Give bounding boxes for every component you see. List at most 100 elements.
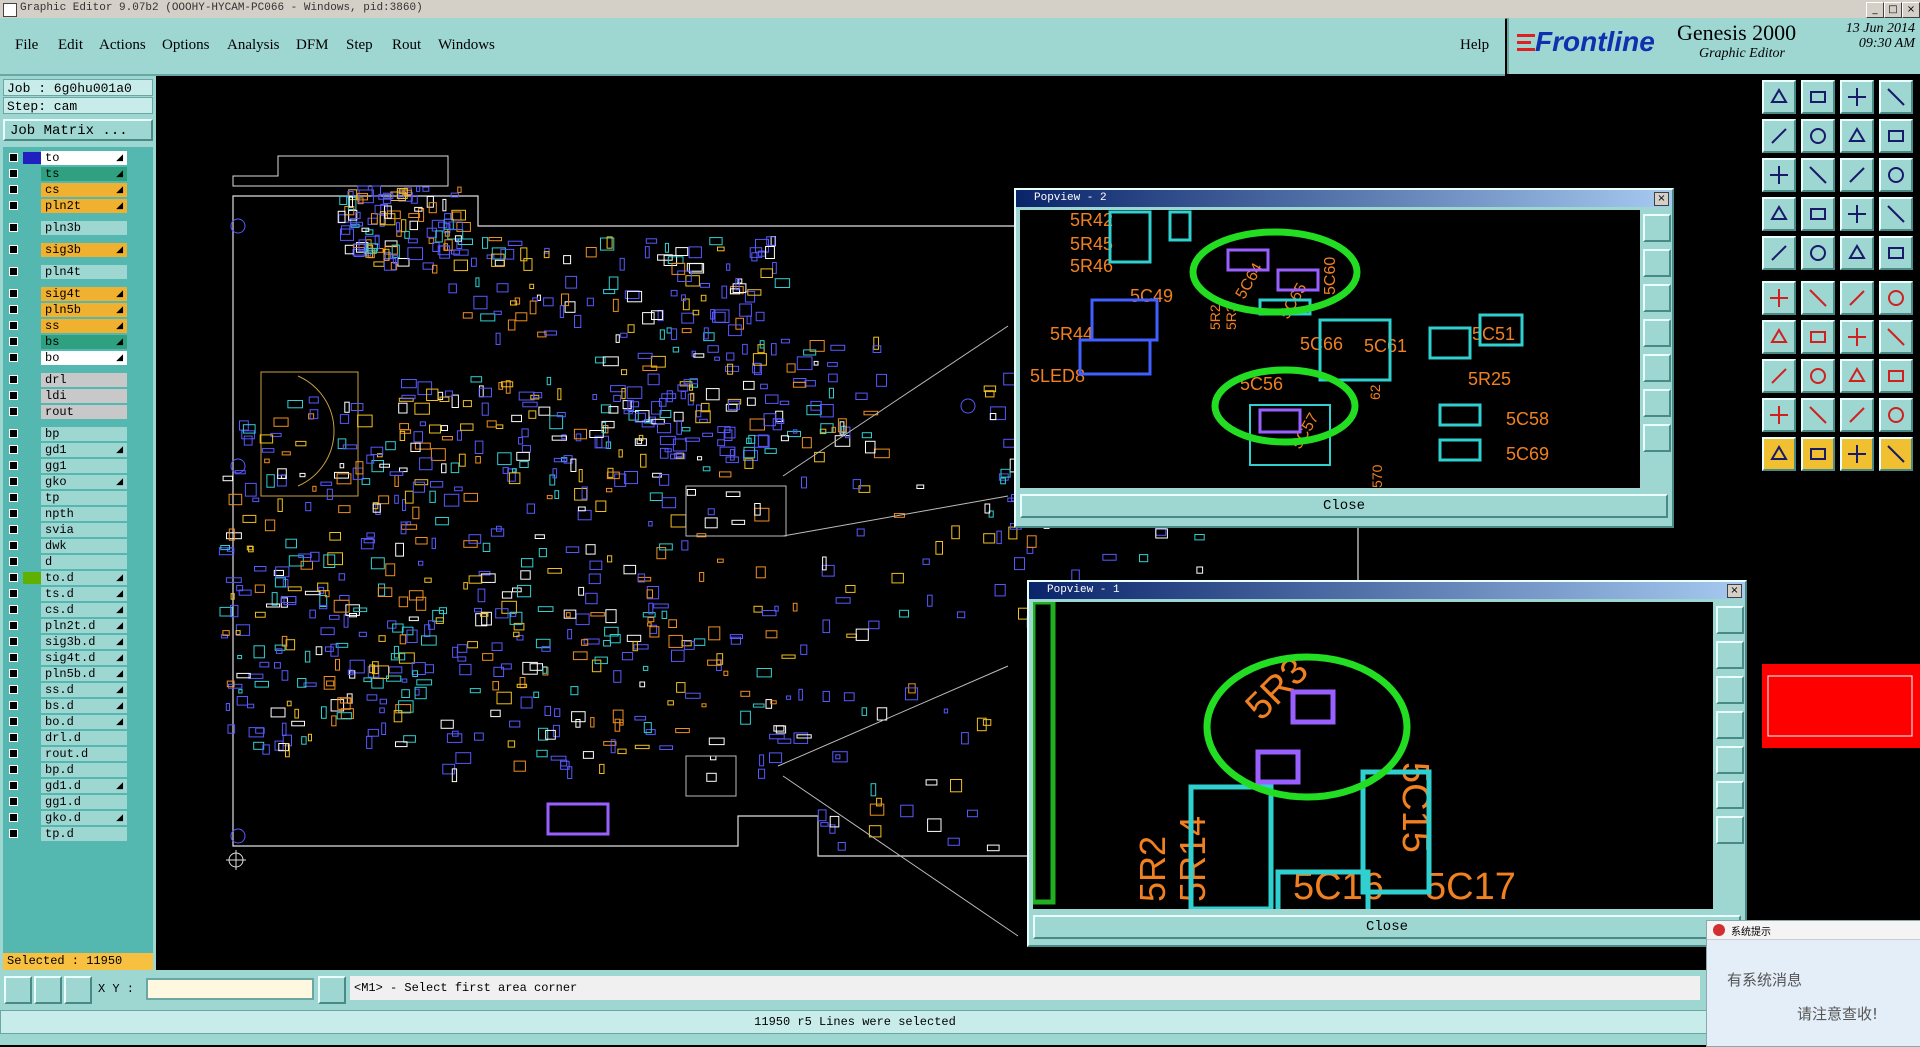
layer-name[interactable]: to.d ◢ [41,571,127,585]
popview-tool-icon[interactable] [1716,606,1744,634]
layer-name[interactable]: rout [41,405,127,419]
snap1-tool-icon[interactable] [1840,197,1874,231]
popview-tool-icon[interactable] [1643,214,1671,242]
layer-checkbox[interactable] [9,153,18,162]
layer-color-swatch[interactable] [23,588,41,600]
layer-color-swatch[interactable] [23,828,41,840]
menu-file[interactable]: File [15,37,38,54]
job-matrix-button[interactable]: Job Matrix ... [3,119,153,141]
popview-tool-icon[interactable] [1716,781,1744,809]
layer-name[interactable]: bs ◢ [41,335,127,349]
layer-color-swatch[interactable] [23,390,41,402]
layer-checkbox[interactable] [9,653,18,662]
layer-row[interactable]: bo ◢ [3,351,153,365]
layer-row[interactable]: cs.d ◢ [3,603,153,617]
layer-color-swatch[interactable] [23,508,41,520]
popview-tool-icon[interactable] [1643,249,1671,277]
layer-name[interactable]: ss ◢ [41,319,127,333]
layer-checkbox[interactable] [9,557,18,566]
layer-row[interactable]: pln3b [3,221,153,235]
layer-color-swatch[interactable] [23,684,41,696]
layer-row[interactable]: sig4t.d ◢ [3,651,153,665]
layer-color-swatch[interactable] [23,476,41,488]
layer-row[interactable]: gg1 [3,459,153,473]
xy-coordinate-input[interactable] [146,978,314,1000]
menu-windows[interactable]: Windows [438,37,495,54]
line2-tool-icon[interactable] [1801,320,1835,354]
scale-tool-icon[interactable] [1840,158,1874,192]
layer-checkbox[interactable] [9,541,18,550]
grid-icon[interactable] [64,976,92,1004]
popview-tool-icon[interactable] [1716,641,1744,669]
layer-row[interactable]: gd1 ◢ [3,443,153,457]
layer-checkbox[interactable] [9,289,18,298]
layer-checkbox[interactable] [9,353,18,362]
center-tool-icon[interactable] [1801,158,1835,192]
slash-tool-icon[interactable] [1801,236,1835,270]
layer-name[interactable]: tp [41,491,127,505]
popview-tool-icon[interactable] [1643,319,1671,347]
layer-checkbox[interactable] [9,781,18,790]
layer-name[interactable]: gko.d ◢ [41,811,127,825]
layer-row[interactable]: pln2t ◢ [3,199,153,213]
layer-checkbox[interactable] [9,477,18,486]
layer-checkbox[interactable] [9,669,18,678]
layer-checkbox[interactable] [9,701,18,710]
layer-row[interactable]: bo.d ◢ [3,715,153,729]
layer-checkbox[interactable] [9,305,18,314]
layer-name[interactable]: svia [41,523,127,537]
layer-name[interactable]: bo ◢ [41,351,127,365]
layer-name[interactable]: pln4t [41,265,127,279]
layer-color-swatch[interactable] [23,668,41,680]
down-tool-icon[interactable] [1801,80,1835,114]
popview-1-close-icon[interactable]: × [1727,584,1742,598]
layer-checkbox[interactable] [9,813,18,822]
layer-name[interactable]: pln2t ◢ [41,199,127,213]
layer-color-swatch[interactable] [23,444,41,456]
layer-name[interactable]: sig4t ◢ [41,287,127,301]
layer-name[interactable]: sig3b.d ◢ [41,635,127,649]
layer-color-swatch[interactable] [23,266,41,278]
maximize-button[interactable]: □ [1884,2,1902,18]
layer-name[interactable]: bp.d [41,763,127,777]
layer-color-swatch[interactable] [23,222,41,234]
layer-color-swatch[interactable] [23,620,41,632]
layer-name[interactable]: drl [41,373,127,387]
snap-icon[interactable] [4,976,32,1004]
tri-tool-icon[interactable] [1762,398,1796,432]
layer-row[interactable]: bp.d [3,763,153,777]
layer-name[interactable]: ts.d ◢ [41,587,127,601]
layer-color-swatch[interactable] [23,304,41,316]
cursor3-tool-icon[interactable] [1840,437,1874,471]
layer-name[interactable]: d [41,555,127,569]
layer-row[interactable]: rout.d [3,747,153,761]
layer-row[interactable]: dwk [3,539,153,553]
layer-checkbox[interactable] [9,223,18,232]
tri2-tool-icon[interactable] [1801,398,1835,432]
layer-checkbox[interactable] [9,685,18,694]
close-window-button[interactable]: × [1902,2,1920,18]
layer-checkbox[interactable] [9,573,18,582]
layer-row[interactable]: drl.d [3,731,153,745]
popview-2-close-button[interactable]: Close [1020,494,1668,518]
layer-row[interactable]: drl [3,373,153,387]
layer-color-swatch[interactable] [23,764,41,776]
layer-color-swatch[interactable] [23,604,41,616]
measure-icon[interactable] [34,976,62,1004]
popview-tool-icon[interactable] [1643,424,1671,452]
layer-row[interactable]: pln4t [3,265,153,279]
layer-row[interactable]: pln5b.d ◢ [3,667,153,681]
grid-tool-icon[interactable] [1879,80,1913,114]
layer-color-swatch[interactable] [23,780,41,792]
layer-row[interactable]: tp.d [3,827,153,841]
layer-name[interactable]: bp [41,427,127,441]
layer-color-swatch[interactable] [23,732,41,744]
popview-2-close-icon[interactable]: × [1654,192,1669,206]
minimize-button[interactable]: _ [1866,2,1884,18]
layer-name[interactable]: dwk [41,539,127,553]
layer-color-swatch[interactable] [23,556,41,568]
layer-name[interactable]: pln5b ◢ [41,303,127,317]
layer-name[interactable]: gd1.d ◢ [41,779,127,793]
layer-row[interactable]: ss.d ◢ [3,683,153,697]
layer-color-swatch[interactable] [23,636,41,648]
